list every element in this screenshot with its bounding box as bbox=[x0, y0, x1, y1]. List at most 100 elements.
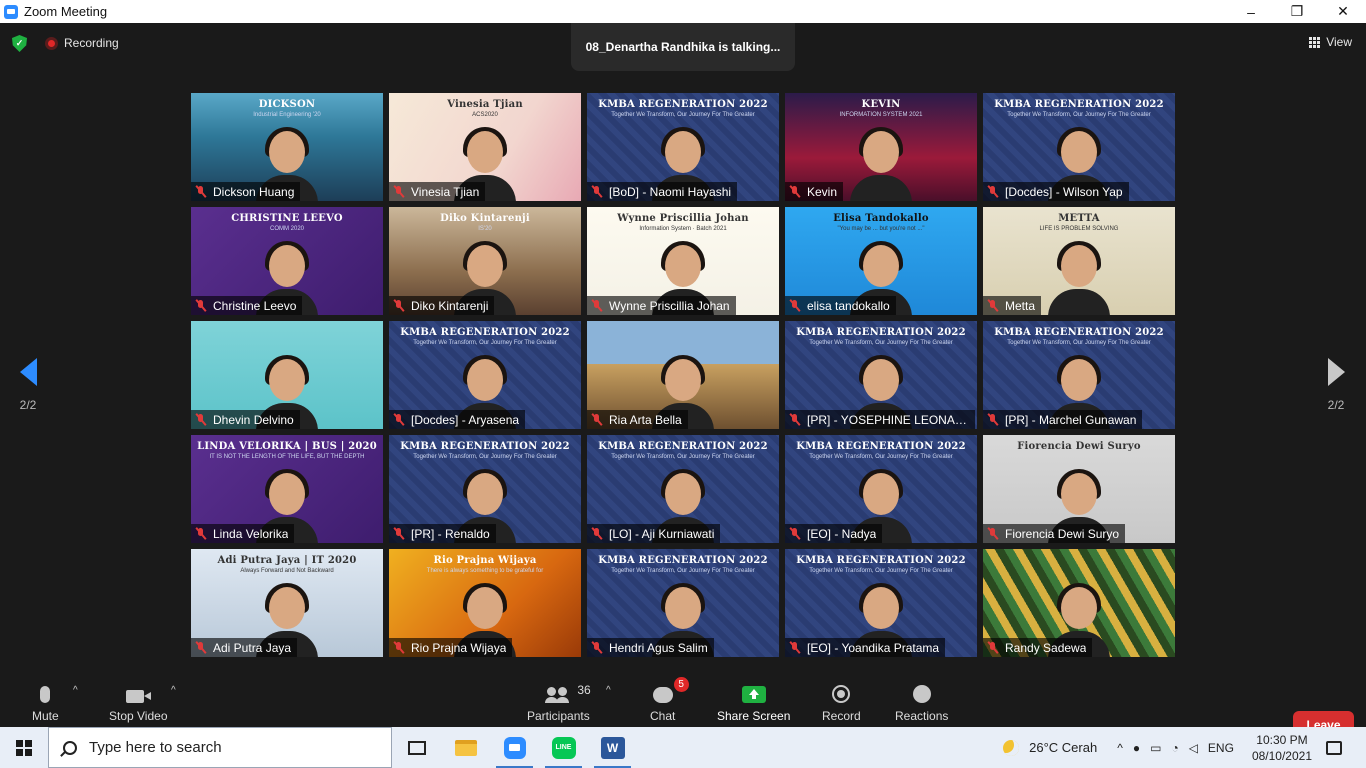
participant-name: [LO] - Aji Kurniawati bbox=[609, 526, 715, 541]
zoom-taskbar-button[interactable] bbox=[490, 727, 539, 768]
participant-figure bbox=[850, 127, 912, 201]
stop-video-button[interactable]: Stop Video bbox=[109, 681, 168, 723]
participant-name: Rio Prajna Wijaya bbox=[411, 640, 507, 655]
participant-nameplate: [PR] - YOSEPHINE LEONAR... bbox=[785, 410, 975, 429]
muted-microphone-icon bbox=[987, 413, 999, 426]
word-taskbar-button[interactable]: W bbox=[588, 727, 637, 768]
muted-microphone-icon bbox=[591, 299, 603, 312]
participant-video-tile[interactable]: Randy Sadewa bbox=[983, 549, 1175, 657]
video-camera-icon bbox=[126, 690, 152, 703]
participant-video-tile[interactable]: KMBA REGENERATION 2022 Together We Transf… bbox=[983, 321, 1175, 429]
participant-video-tile[interactable]: DICKSON Industrial Engineering '20 Dickson… bbox=[191, 93, 383, 201]
maximize-button[interactable]: ❐ bbox=[1274, 0, 1320, 23]
line-taskbar-button[interactable]: LINE bbox=[539, 727, 588, 768]
reactions-button[interactable]: Reactions bbox=[895, 681, 948, 723]
participant-name: Hendri Agus Salim bbox=[609, 640, 708, 655]
file-explorer-button[interactable] bbox=[441, 727, 490, 768]
grid-view-icon bbox=[1309, 36, 1321, 48]
participant-nameplate: Kevin bbox=[785, 182, 844, 201]
background-banner-text: KMBA REGENERATION 2022 bbox=[796, 441, 966, 452]
participant-video-tile[interactable]: Ria Arta Bella bbox=[587, 321, 779, 429]
participant-video-tile[interactable]: Elisa Tandokallo "You may be ... but you'… bbox=[785, 207, 977, 315]
meeting-area: ✓ Recording 08_Denartha Randhika is talk… bbox=[0, 23, 1366, 738]
participant-video-tile[interactable]: Vinesia Tjian ACS2020 Vinesia Tjian bbox=[389, 93, 581, 201]
participant-video-tile[interactable]: Dhevin Delvino bbox=[191, 321, 383, 429]
video-options-caret-icon[interactable]: ^ bbox=[171, 685, 176, 696]
participant-video-tile[interactable]: KMBA REGENERATION 2022 Together We Transf… bbox=[587, 549, 779, 657]
participant-video-tile[interactable]: KMBA REGENERATION 2022 Together We Transf… bbox=[389, 435, 581, 543]
participant-video-tile[interactable]: KMBA REGENERATION 2022 Together We Transf… bbox=[983, 93, 1175, 201]
taskbar-search-box[interactable]: Type here to search bbox=[48, 727, 392, 768]
mute-button[interactable]: Mute bbox=[32, 681, 59, 723]
active-speaker-indicator: 08_Denartha Randhika is talking... bbox=[571, 23, 795, 71]
participant-name: [PR] - YOSEPHINE LEONAR... bbox=[807, 412, 969, 427]
background-banner-text: Elisa Tandokallo bbox=[833, 213, 929, 224]
system-clock[interactable]: 10:30 PM 08/10/2021 bbox=[1252, 732, 1312, 764]
participant-video-tile[interactable]: Wynne Priscillia Johan Information System… bbox=[587, 207, 779, 315]
participant-video-tile[interactable]: KMBA REGENERATION 2022 Together We Transf… bbox=[587, 93, 779, 201]
view-button[interactable]: View bbox=[1309, 35, 1352, 49]
participant-name: Randy Sadewa bbox=[1005, 640, 1087, 655]
chat-bubble-icon: 5 bbox=[652, 677, 689, 703]
audio-options-caret-icon[interactable]: ^ bbox=[73, 685, 78, 696]
close-button[interactable]: ✕ bbox=[1320, 0, 1366, 23]
next-page-arrow-icon[interactable] bbox=[1327, 358, 1345, 386]
background-banner-text: KEVIN bbox=[861, 99, 901, 110]
notifications-icon[interactable] bbox=[1326, 740, 1342, 755]
background-subtitle-text: Together We Transform, Our Journey For T… bbox=[1007, 112, 1151, 118]
muted-microphone-icon bbox=[789, 185, 801, 198]
participant-nameplate: Christine Leevo bbox=[191, 296, 303, 315]
participant-nameplate: [BoD] - Naomi Hayashi bbox=[587, 182, 738, 201]
muted-microphone-icon bbox=[591, 185, 603, 198]
participant-video-tile[interactable]: LINDA VELORIKA | BUS | 2020 IT IS NOT THE… bbox=[191, 435, 383, 543]
wifi-icon[interactable]: ◔ bbox=[1171, 741, 1178, 755]
participants-options-caret-icon[interactable]: ^ bbox=[606, 685, 611, 696]
participant-nameplate: [LO] - Aji Kurniawati bbox=[587, 524, 721, 543]
participant-name: Dhevin Delvino bbox=[213, 412, 294, 427]
participants-button[interactable]: 36 Participants bbox=[527, 681, 591, 723]
show-hidden-icons-icon[interactable]: ^ bbox=[1117, 741, 1123, 755]
chat-button[interactable]: 5 Chat bbox=[650, 677, 689, 723]
participant-video-tile[interactable]: KEVIN INFORMATION SYSTEM 2021 Kevin bbox=[785, 93, 977, 201]
participant-nameplate: [PR] - Renaldo bbox=[389, 524, 496, 543]
weather-label[interactable]: 26°C Cerah bbox=[1029, 740, 1097, 755]
participant-nameplate: [EO] - Yoandika Pratama bbox=[785, 638, 946, 657]
participant-video-tile[interactable]: METTA LIFE IS PROBLEM SOLVING Metta bbox=[983, 207, 1175, 315]
participant-video-tile[interactable]: KMBA REGENERATION 2022 Together We Transf… bbox=[785, 321, 977, 429]
language-indicator[interactable]: ENG bbox=[1208, 741, 1234, 755]
microphone-tray-icon[interactable]: ● bbox=[1133, 741, 1140, 755]
volume-icon[interactable]: ◁ bbox=[1189, 741, 1198, 755]
background-subtitle-text: Together We Transform, Our Journey For T… bbox=[809, 568, 953, 574]
next-page-control[interactable]: 2/2 bbox=[1316, 358, 1356, 412]
start-button[interactable] bbox=[0, 727, 48, 768]
recording-dot-icon bbox=[45, 37, 58, 50]
background-subtitle-text: LIFE IS PROBLEM SOLVING bbox=[1039, 226, 1119, 232]
participant-video-tile[interactable]: Adi Putra Jaya | IT 2020 Always Forward a… bbox=[191, 549, 383, 657]
minimize-button[interactable]: – bbox=[1228, 0, 1274, 23]
participant-video-tile[interactable]: KMBA REGENERATION 2022 Together We Transf… bbox=[587, 435, 779, 543]
share-screen-icon bbox=[741, 686, 766, 703]
encryption-shield-icon[interactable]: ✓ bbox=[12, 35, 27, 52]
weather-moon-icon bbox=[1003, 739, 1020, 756]
participant-name: Linda Velorika bbox=[213, 526, 289, 541]
task-view-button[interactable] bbox=[392, 727, 441, 768]
clock-date: 08/10/2021 bbox=[1251, 748, 1312, 763]
muted-microphone-icon bbox=[987, 641, 999, 654]
background-subtitle-text: INFORMATION SYSTEM 2021 bbox=[839, 112, 923, 118]
recording-label[interactable]: Recording bbox=[64, 36, 119, 50]
participant-video-tile[interactable]: CHRISTINE LEEVO COMM 2020 Christine Leevo bbox=[191, 207, 383, 315]
share-screen-button[interactable]: Share Screen bbox=[717, 681, 790, 723]
battery-icon[interactable]: ▭ bbox=[1150, 741, 1161, 755]
record-button[interactable]: Record bbox=[822, 681, 861, 723]
participant-video-tile[interactable]: KMBA REGENERATION 2022 Together We Transf… bbox=[389, 321, 581, 429]
participant-video-tile[interactable]: KMBA REGENERATION 2022 Together We Transf… bbox=[785, 549, 977, 657]
background-subtitle-text: IT IS NOT THE LENGTH OF THE LIFE, BUT TH… bbox=[209, 454, 365, 460]
participant-video-tile[interactable]: Rio Prajna Wijaya There is always somethi… bbox=[389, 549, 581, 657]
page-indicator-left: 2/2 bbox=[19, 398, 37, 412]
participant-video-tile[interactable]: KMBA REGENERATION 2022 Together We Transf… bbox=[785, 435, 977, 543]
previous-page-control[interactable]: 2/2 bbox=[8, 358, 48, 412]
search-placeholder: Type here to search bbox=[89, 739, 222, 756]
previous-page-arrow-icon[interactable] bbox=[19, 358, 37, 386]
participant-video-tile[interactable]: Fiorencia Dewi Suryo Fiorencia Dewi Suryo bbox=[983, 435, 1175, 543]
participant-video-tile[interactable]: Diko Kintarenji IS'20 Diko Kintarenji bbox=[389, 207, 581, 315]
